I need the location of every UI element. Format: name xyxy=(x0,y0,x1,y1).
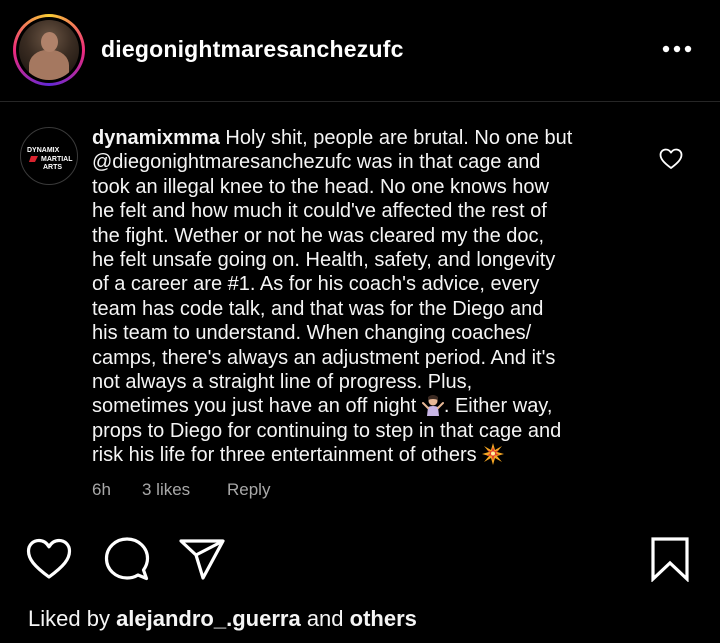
collision-emoji xyxy=(482,443,505,466)
avatar-torso xyxy=(29,50,69,80)
logo-line-2: MARTIAL xyxy=(41,156,73,163)
person-shrugging-emoji xyxy=(421,395,444,417)
paper-plane-icon[interactable] xyxy=(178,538,226,582)
bookmark-icon[interactable] xyxy=(650,536,690,582)
heart-outline-icon[interactable] xyxy=(26,538,72,580)
post-author-username[interactable]: diegonightmaresanchezufc xyxy=(101,36,404,63)
profile-avatar[interactable] xyxy=(13,14,85,86)
liked-by-middle: and xyxy=(300,606,350,631)
comment-time: 6h xyxy=(92,480,111,499)
comment-bubble-icon[interactable] xyxy=(104,537,150,581)
liked-by-others[interactable]: others xyxy=(350,606,417,631)
comment-text-part1: Holy shit, people are brutal. No one but… xyxy=(92,127,573,418)
avatar-inner-ring xyxy=(16,17,82,83)
avatar-head xyxy=(41,32,58,52)
reply-button[interactable]: Reply xyxy=(227,480,270,500)
dynamix-logo-icon: DYNAMIX MARTIAL ARTS xyxy=(27,147,73,171)
comment-body: dynamixmma Holy shit, people are brutal.… xyxy=(92,126,652,468)
post-header: diegonightmaresanchezufc xyxy=(0,0,720,102)
comment-likes[interactable]: 3 likes xyxy=(142,480,190,500)
commenter-avatar[interactable]: DYNAMIX MARTIAL ARTS xyxy=(20,127,78,185)
more-horizontal-icon[interactable] xyxy=(660,42,694,56)
comment-like-heart-icon[interactable] xyxy=(659,148,683,170)
logo-red-mark xyxy=(29,156,38,162)
logo-line-3: ARTS xyxy=(43,164,62,171)
liked-by-prefix: Liked by xyxy=(28,606,117,631)
liked-by-text: Liked by alejandro_.guerra and others xyxy=(28,606,417,632)
avatar-photo xyxy=(19,20,79,80)
commenter-username[interactable]: dynamixmma xyxy=(92,127,220,149)
logo-line-1: DYNAMIX xyxy=(27,147,60,154)
liked-by-user[interactable]: alejandro_.guerra xyxy=(116,606,301,631)
